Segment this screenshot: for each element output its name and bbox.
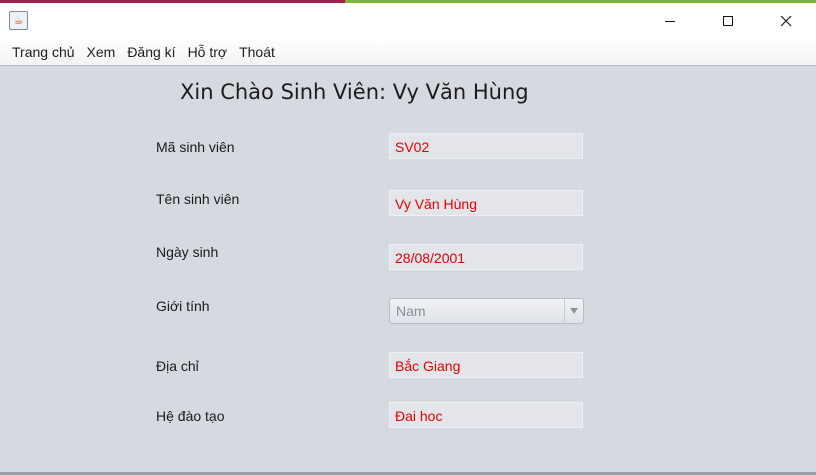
menu-bar: Trang chủ Xem Đăng kí Hỗ trợ Thoát	[0, 38, 816, 66]
menu-item-register[interactable]: Đăng kí	[121, 39, 181, 65]
education-type-field[interactable]: Đai hoc	[389, 402, 583, 428]
menu-item-view[interactable]: Xem	[81, 39, 122, 65]
greeting-title: Xin Chào Sinh Viên: Vy Văn Hùng	[180, 80, 529, 104]
close-button[interactable]	[757, 3, 815, 38]
minimize-button[interactable]	[641, 3, 699, 38]
java-app-icon[interactable]: ☕	[9, 11, 28, 30]
menu-item-exit[interactable]: Thoát	[233, 39, 281, 65]
student-name-field[interactable]: Vy Văn Hùng	[389, 190, 583, 216]
gender-select-value: Nam	[396, 303, 426, 319]
education-type-label: Hệ đào tạo	[156, 408, 225, 424]
menu-item-support[interactable]: Hỗ trợ	[182, 39, 234, 65]
title-bar: ☕	[0, 3, 816, 38]
address-label: Địa chỉ	[156, 358, 199, 374]
close-icon	[780, 15, 792, 26]
maximize-button[interactable]	[699, 3, 757, 38]
gender-label: Giới tính	[156, 298, 210, 314]
student-id-label: Mã sinh viên	[156, 139, 235, 155]
menu-item-home[interactable]: Trang chủ	[6, 39, 81, 65]
maximize-icon	[723, 15, 733, 26]
birth-date-label: Ngày sinh	[156, 244, 219, 260]
chevron-down-icon[interactable]	[564, 299, 583, 323]
minimize-icon	[665, 20, 675, 22]
address-field[interactable]: Bắc Giang	[389, 352, 583, 378]
student-id-field[interactable]: SV02	[389, 133, 583, 159]
birth-date-field[interactable]: 28/08/2001	[389, 244, 583, 270]
student-name-label: Tên sinh viên	[156, 191, 240, 207]
gender-select[interactable]: Nam	[389, 298, 584, 324]
